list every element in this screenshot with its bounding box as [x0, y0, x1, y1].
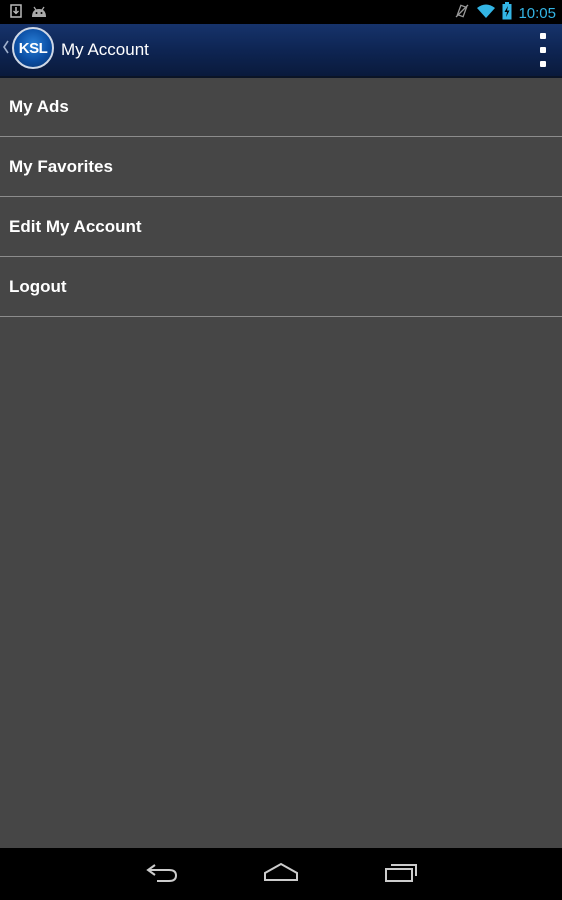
system-nav-bar — [0, 848, 562, 900]
menu-item-edit-my-account[interactable]: Edit My Account — [0, 197, 562, 257]
battery-charging-icon — [502, 2, 512, 25]
wifi-icon — [476, 3, 496, 24]
status-bar: 10:05 — [0, 0, 562, 24]
page-title: My Account — [61, 40, 149, 59]
back-button[interactable] — [144, 860, 180, 888]
logo-text: KSL — [18, 39, 48, 57]
back-icon — [145, 861, 179, 888]
menu-item-label: Edit My Account — [9, 216, 142, 236]
menu-item-my-favorites[interactable]: My Favorites — [0, 137, 562, 197]
home-icon — [263, 862, 299, 887]
menu-item-my-ads[interactable]: My Ads — [0, 77, 562, 137]
menu-item-logout[interactable]: Logout — [0, 257, 562, 317]
home-button[interactable] — [263, 860, 299, 888]
up-caret-icon[interactable] — [2, 40, 10, 59]
account-menu-list: My Ads My Favorites Edit My Account Logo… — [0, 77, 562, 317]
ksl-logo[interactable]: KSL — [12, 27, 54, 69]
download-icon — [10, 4, 22, 23]
menu-item-label: My Favorites — [9, 156, 113, 176]
status-time: 10:05 — [518, 4, 556, 22]
vibrate-off-icon — [454, 3, 470, 24]
menu-item-label: Logout — [9, 276, 67, 296]
recent-apps-icon — [384, 861, 418, 888]
overflow-menu-icon[interactable] — [538, 33, 548, 67]
menu-item-label: My Ads — [9, 96, 69, 116]
recent-apps-button[interactable] — [383, 860, 419, 888]
action-bar: KSL My Account — [0, 24, 562, 78]
android-debug-icon — [30, 5, 48, 23]
